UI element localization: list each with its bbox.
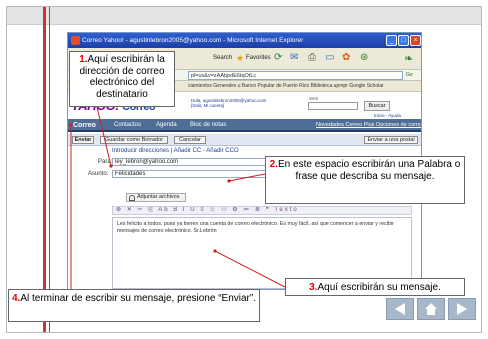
slide-navigation bbox=[386, 298, 476, 320]
callout-2-number: 2. bbox=[269, 159, 278, 170]
research-icon[interactable]: ⊛ bbox=[360, 52, 368, 63]
search-toolbar-button[interactable]: Search bbox=[213, 55, 232, 61]
favorites-star-icon[interactable]: ★ bbox=[236, 53, 244, 64]
formatting-toolbar[interactable]: ⊗ ✕ ✂ ⎘ Ab B I U ≡ ☺ ⚇ ⚙ ≔ ≣ ❝ Texto bbox=[112, 206, 412, 215]
yahoo-search-input[interactable] bbox=[308, 102, 358, 110]
mail-icon[interactable]: ✉ bbox=[290, 52, 298, 63]
messenger-icon[interactable]: ✿ bbox=[342, 52, 350, 63]
go-button[interactable]: Go bbox=[406, 72, 413, 78]
xp-logo-icon: ❧ bbox=[404, 53, 414, 65]
nav-agenda[interactable]: Agenda bbox=[156, 119, 177, 132]
search-toolbar-label: Search bbox=[213, 55, 233, 61]
attach-button[interactable]: Adjuntar archivos bbox=[126, 193, 186, 202]
house-icon bbox=[425, 303, 437, 315]
callout-3-text: Aquí escribirán su mensaje. bbox=[317, 282, 441, 293]
callout-1: 1.Aquí escribirán la dirección de correo… bbox=[69, 51, 175, 107]
callout-2-text: En este espacio escribirán una Palabra o… bbox=[278, 159, 461, 182]
home-slide-button[interactable] bbox=[417, 298, 445, 320]
callout-1-number: 1. bbox=[79, 54, 88, 65]
go-label: Go bbox=[406, 72, 413, 78]
next-slide-button[interactable] bbox=[448, 298, 476, 320]
save-draft-button[interactable]: Guardar como Borrador bbox=[100, 136, 168, 144]
insert-addresses-link[interactable]: Introducir direcciones | Añadir CC - Aña… bbox=[112, 148, 239, 154]
address-field[interactable]: pl=us&v=zAAbpdE6tqOtLc bbox=[188, 71, 403, 80]
nav-correo[interactable]: Correo bbox=[73, 119, 96, 132]
maximize-icon[interactable]: □ bbox=[398, 35, 409, 46]
postcard-button[interactable]: Enviar a una postal bbox=[364, 136, 418, 144]
search-scope-label: Web bbox=[309, 96, 319, 101]
favorites-label[interactable]: Favorites bbox=[246, 55, 271, 61]
triangle-right-icon bbox=[457, 303, 467, 315]
callout-4-text: Al terminar de escribir su mensaje, pres… bbox=[20, 293, 256, 304]
to-label: Para: bbox=[98, 159, 113, 165]
nav-contactos[interactable]: Contactos bbox=[114, 119, 141, 132]
slide-red-rail-left bbox=[43, 7, 46, 332]
browser-titlebar: Correo Yahoo! - agustinlebron2005@yahoo.… bbox=[68, 33, 421, 48]
compose-action-bar: Enviar Guardar como Borrador Cancelar En… bbox=[68, 134, 421, 146]
window-title: Correo Yahoo! - agustinlebron2005@yahoo.… bbox=[82, 37, 304, 44]
send-button[interactable]: Enviar bbox=[72, 136, 94, 144]
paperclip-icon bbox=[129, 195, 135, 201]
edit-icon[interactable]: ▭ bbox=[325, 52, 334, 63]
cancel-button[interactable]: Cancelar bbox=[174, 136, 206, 144]
history-icon[interactable]: ⟳ bbox=[274, 52, 282, 63]
minimize-icon[interactable]: _ bbox=[386, 35, 397, 46]
slide-red-rail-thin bbox=[49, 7, 50, 332]
help-links[interactable]: Inicio - Ayuda bbox=[374, 113, 401, 118]
slide-top-band bbox=[7, 7, 481, 25]
print-icon[interactable]: ⎙ bbox=[308, 52, 316, 63]
close-icon[interactable]: × bbox=[410, 35, 421, 46]
yahoo-favicon-icon bbox=[71, 36, 80, 45]
callout-3: 3.Aquí escribirán su mensaje. bbox=[285, 278, 465, 296]
triangle-left-icon bbox=[395, 303, 405, 315]
callout-2: 2.En este espacio escribirán una Palabra… bbox=[265, 156, 465, 204]
yahoo-search-button[interactable]: Buscar bbox=[364, 101, 390, 111]
previous-slide-button[interactable] bbox=[386, 298, 414, 320]
callout-4: 4.Al terminar de escribir su mensaje, pr… bbox=[8, 289, 260, 322]
attach-label: Adjuntar archivos bbox=[137, 194, 180, 200]
nav-links[interactable]: Novedades Correo Plus Opciones de correo bbox=[316, 119, 421, 132]
subject-label: Asunto: bbox=[88, 171, 109, 177]
callout-1-text: Aquí escribirán la dirección de correo e… bbox=[79, 54, 165, 100]
slide: Correo Yahoo! - agustinlebron2005@yahoo.… bbox=[6, 6, 482, 333]
signout-link[interactable]: [Salir, Mi cuenta] bbox=[191, 103, 224, 108]
greeting-text: Hola, agustinlebron2005@yahoo.com [Salir… bbox=[191, 98, 266, 108]
nav-bloc-notas[interactable]: Bloc de notas bbox=[190, 119, 226, 132]
window-controls: _ □ × bbox=[386, 35, 421, 46]
yahoo-nav: Correo Contactos Agenda Bloc de notas No… bbox=[68, 119, 421, 132]
